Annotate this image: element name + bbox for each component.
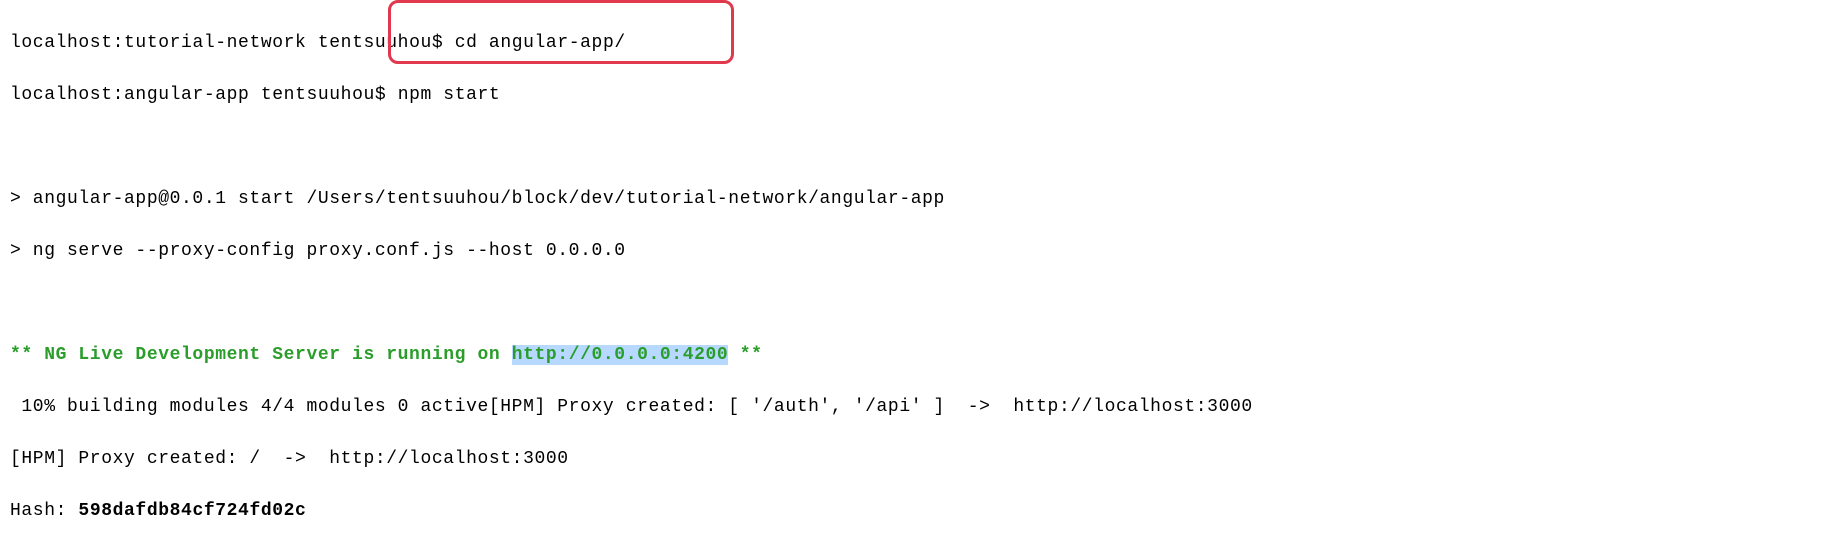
hash-label: Hash: <box>10 501 78 521</box>
prompt-symbol: $ <box>375 85 386 105</box>
hpm-proxy-line: [HPM] Proxy created: / -> http://localho… <box>10 446 1828 472</box>
npm-command-line: > ng serve --proxy-config proxy.conf.js … <box>10 238 1828 264</box>
prompt-dir: tutorial-network <box>124 33 306 53</box>
ng-live-prefix: ** NG Live Development Server is running… <box>10 345 512 365</box>
build-progress-line: 10% building modules 4/4 modules 0 activ… <box>10 394 1828 420</box>
blank-line <box>10 134 1828 160</box>
prompt-user: tentsuuhou <box>261 85 375 105</box>
prompt-symbol: $ <box>432 33 443 53</box>
ng-live-url[interactable]: http://0.0.0.0:4200 <box>512 345 729 365</box>
prompt-line-1: localhost:tutorial-network tentsuuhou$ c… <box>10 30 1828 56</box>
hash-line: Hash: 598dafdb84cf724fd02c <box>10 498 1828 524</box>
hash-value: 598dafdb84cf724fd02c <box>78 501 306 521</box>
prompt-host: localhost <box>10 85 113 105</box>
ng-live-line: ** NG Live Development Server is running… <box>10 342 1828 368</box>
prompt-user: tentsuuhou <box>318 33 432 53</box>
terminal-output[interactable]: localhost:tutorial-network tentsuuhou$ c… <box>0 0 1828 546</box>
command-text: npm start <box>398 85 501 105</box>
npm-script-line: > angular-app@0.0.1 start /Users/tentsuu… <box>10 186 1828 212</box>
command-text: cd angular-app/ <box>455 33 626 53</box>
blank-line <box>10 290 1828 316</box>
ng-live-suffix: ** <box>728 345 762 365</box>
prompt-dir: angular-app <box>124 85 249 105</box>
prompt-line-2: localhost:angular-app tentsuuhou$ npm st… <box>10 82 1828 108</box>
prompt-host: localhost <box>10 33 113 53</box>
